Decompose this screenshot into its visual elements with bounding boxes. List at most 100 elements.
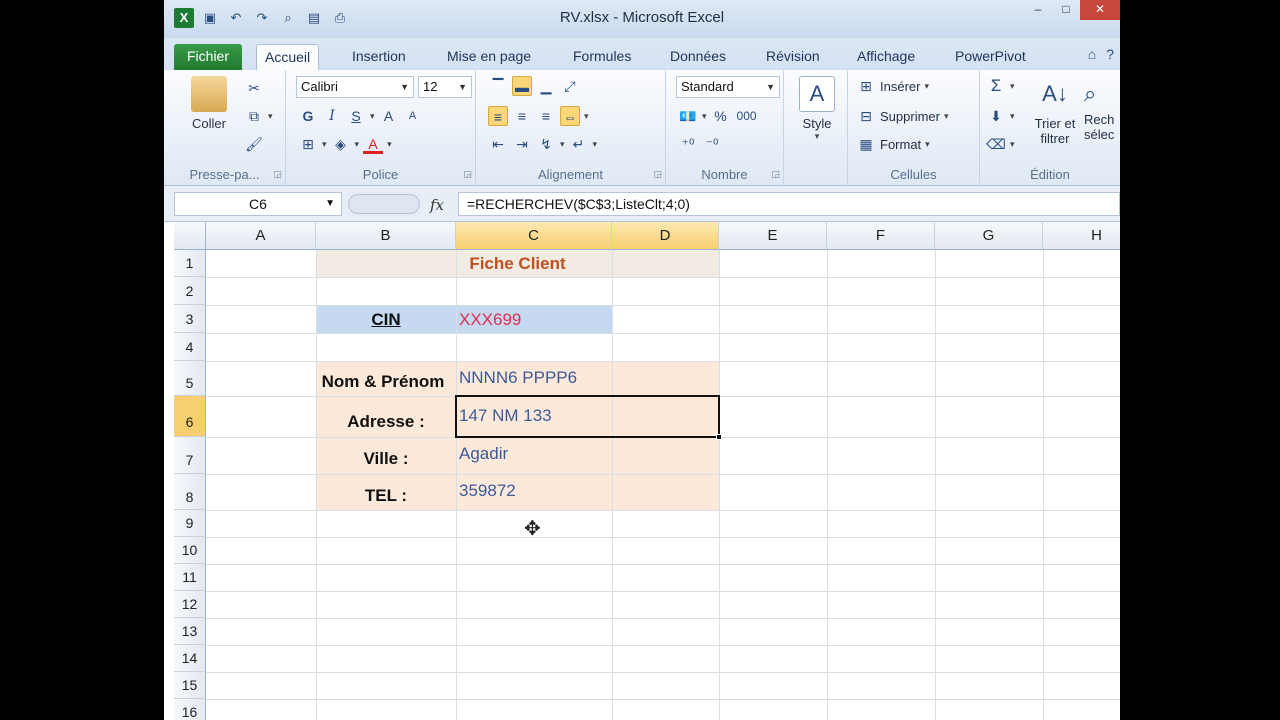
bold-button[interactable]: G — [298, 106, 318, 126]
shrink-font-button[interactable]: A — [403, 106, 423, 126]
number-format-combo[interactable]: Standard ▼ — [676, 76, 780, 98]
align-right-icon[interactable]: ≡ — [536, 106, 556, 126]
italic-button[interactable]: I — [322, 106, 342, 126]
column-header-a[interactable]: A — [206, 222, 316, 250]
align-bottom-icon[interactable]: ▁ — [536, 76, 556, 96]
borders-icon[interactable]: ⊞ — [298, 134, 318, 154]
select-all-button[interactable] — [174, 222, 206, 250]
grow-font-button[interactable]: A — [379, 106, 399, 126]
tab-fichier[interactable]: Fichier — [174, 44, 243, 70]
tab-insertion[interactable]: Insertion — [344, 44, 414, 70]
column-header-e[interactable]: E — [719, 222, 827, 250]
row-header-12[interactable]: 12 — [174, 591, 206, 618]
font-size-combo[interactable]: 12 ▼ — [418, 76, 472, 98]
font-launcher-icon[interactable]: ◲ — [463, 169, 472, 180]
fill-color-icon[interactable]: ◈ — [331, 134, 351, 154]
align-center-icon[interactable]: ≡ — [512, 106, 532, 126]
row-header-9[interactable]: 9 — [174, 510, 206, 537]
ville-label: Ville : — [363, 449, 409, 468]
row-header-6[interactable]: 6 — [174, 396, 206, 437]
row-header-7[interactable]: 7 — [174, 437, 206, 474]
number-group: Standard ▼ 💶 ▾ % 000 ⁺⁰ ⁻⁰ Nombre ◲ — [666, 70, 784, 186]
row-header-13[interactable]: 13 — [174, 618, 206, 645]
column-header-g[interactable]: G — [935, 222, 1043, 250]
row-header-11[interactable]: 11 — [174, 564, 206, 591]
tab-powerpivot[interactable]: PowerPivot — [947, 44, 1034, 70]
orientation-icon[interactable]: ⤢ — [560, 76, 580, 96]
font-name-combo[interactable]: Calibri ▼ — [296, 76, 414, 98]
row-header-4[interactable]: 4 — [174, 333, 206, 361]
clear-icon[interactable]: ⌫ — [986, 134, 1006, 154]
row-header-14[interactable]: 14 — [174, 645, 206, 672]
percent-button[interactable]: % — [711, 106, 731, 126]
align-left-icon[interactable]: ≡ — [488, 106, 508, 126]
column-header-c[interactable]: C — [456, 222, 612, 250]
merge-center-icon[interactable]: ⇔ — [560, 106, 580, 126]
align-top-icon[interactable]: ▔ — [488, 76, 508, 96]
row-header-8[interactable]: 8 — [174, 474, 206, 510]
ville-value[interactable]: Agadir — [459, 444, 508, 464]
currency-icon[interactable]: 💶 — [678, 106, 698, 126]
cut-icon[interactable]: ✂ — [244, 78, 264, 98]
minimize-button[interactable]: – — [1024, 0, 1052, 20]
help-icon[interactable]: ? — [1106, 46, 1114, 62]
thousands-button[interactable]: 000 — [735, 106, 759, 126]
decrease-decimal-icon[interactable]: ⁻⁰ — [702, 134, 722, 154]
underline-button[interactable]: S — [346, 106, 366, 126]
row-header-3[interactable]: 3 — [174, 305, 206, 333]
worksheet-grid[interactable]: A B C D E F G H 1 2 3 4 5 6 7 8 9 10 11 … — [164, 222, 1120, 720]
text-direction-icon[interactable]: ↯ — [536, 134, 556, 154]
find-select-button[interactable]: ⌕ Rech sélec — [1084, 76, 1120, 142]
format-cells-icon: ▦ — [859, 136, 873, 152]
tab-formules[interactable]: Formules — [565, 44, 639, 70]
cin-value-cell[interactable]: XXX699 — [459, 310, 521, 330]
row-header-15[interactable]: 15 — [174, 672, 206, 699]
row-header-10[interactable]: 10 — [174, 537, 206, 564]
style-button[interactable]: A Style ▾ — [794, 76, 840, 142]
decrease-indent-icon[interactable]: ⇤ — [488, 134, 508, 154]
row-header-5[interactable]: 5 — [174, 361, 206, 396]
tab-accueil[interactable]: Accueil — [256, 44, 320, 70]
fill-icon[interactable]: ⬇ — [986, 106, 1006, 126]
autosum-button[interactable]: Σ — [986, 76, 1006, 96]
delete-button[interactable]: ⊟ Supprimer ▾ — [856, 106, 948, 126]
formula-bar-handle[interactable] — [348, 194, 420, 214]
column-header-f[interactable]: F — [827, 222, 935, 250]
active-cell-selection[interactable] — [455, 395, 722, 440]
tab-donnees[interactable]: Données — [662, 44, 734, 70]
tel-value[interactable]: 359872 — [459, 481, 516, 501]
column-header-d[interactable]: D — [612, 222, 719, 250]
insert-button[interactable]: ⊞ Insérer ▾ — [856, 76, 929, 96]
row-header-1[interactable]: 1 — [174, 250, 206, 277]
name-box[interactable]: C6 ▼ — [174, 192, 342, 216]
nom-prenom-value[interactable]: NNNN6 PPPP6 — [459, 368, 577, 388]
column-header-h[interactable]: H — [1043, 222, 1120, 250]
cin-label: CIN — [371, 310, 401, 329]
clipboard-launcher-icon[interactable]: ◲ — [273, 169, 282, 180]
maximize-button[interactable]: □ — [1052, 0, 1080, 20]
column-header-b[interactable]: B — [316, 222, 456, 250]
copy-icon[interactable]: ⧉ — [244, 106, 264, 126]
paste-button[interactable]: Coller — [184, 76, 234, 131]
sort-filter-button[interactable]: A↓ Trier et filtrer — [1030, 76, 1080, 146]
align-middle-icon[interactable]: ▬ — [512, 76, 532, 96]
formula-input[interactable]: =RECHERCHEV($C$3;ListeClt;4;0) — [458, 192, 1120, 216]
wrap-text-icon[interactable]: ↵ — [569, 134, 589, 154]
tab-mise-en-page[interactable]: Mise en page — [439, 44, 539, 70]
format-painter-icon[interactable]: 🖌 — [244, 134, 264, 154]
tab-affichage[interactable]: Affichage — [849, 44, 923, 70]
ribbon-minimize-icon[interactable]: ⌂ — [1088, 46, 1096, 62]
font-color-button[interactable]: A — [363, 134, 384, 154]
insert-function-icon[interactable]: fx — [430, 196, 444, 214]
style-icon: A — [799, 76, 835, 112]
tab-revision[interactable]: Révision — [758, 44, 828, 70]
format-button[interactable]: ▦ Format ▾ — [856, 134, 929, 154]
increase-decimal-icon[interactable]: ⁺⁰ — [678, 134, 698, 154]
number-launcher-icon[interactable]: ◲ — [771, 169, 780, 180]
increase-indent-icon[interactable]: ⇥ — [512, 134, 532, 154]
fill-handle[interactable] — [716, 434, 722, 440]
close-button[interactable]: ✕ — [1080, 0, 1120, 20]
alignment-launcher-icon[interactable]: ◲ — [653, 169, 662, 180]
row-header-16[interactable]: 16 — [174, 699, 206, 720]
row-header-2[interactable]: 2 — [174, 277, 206, 305]
